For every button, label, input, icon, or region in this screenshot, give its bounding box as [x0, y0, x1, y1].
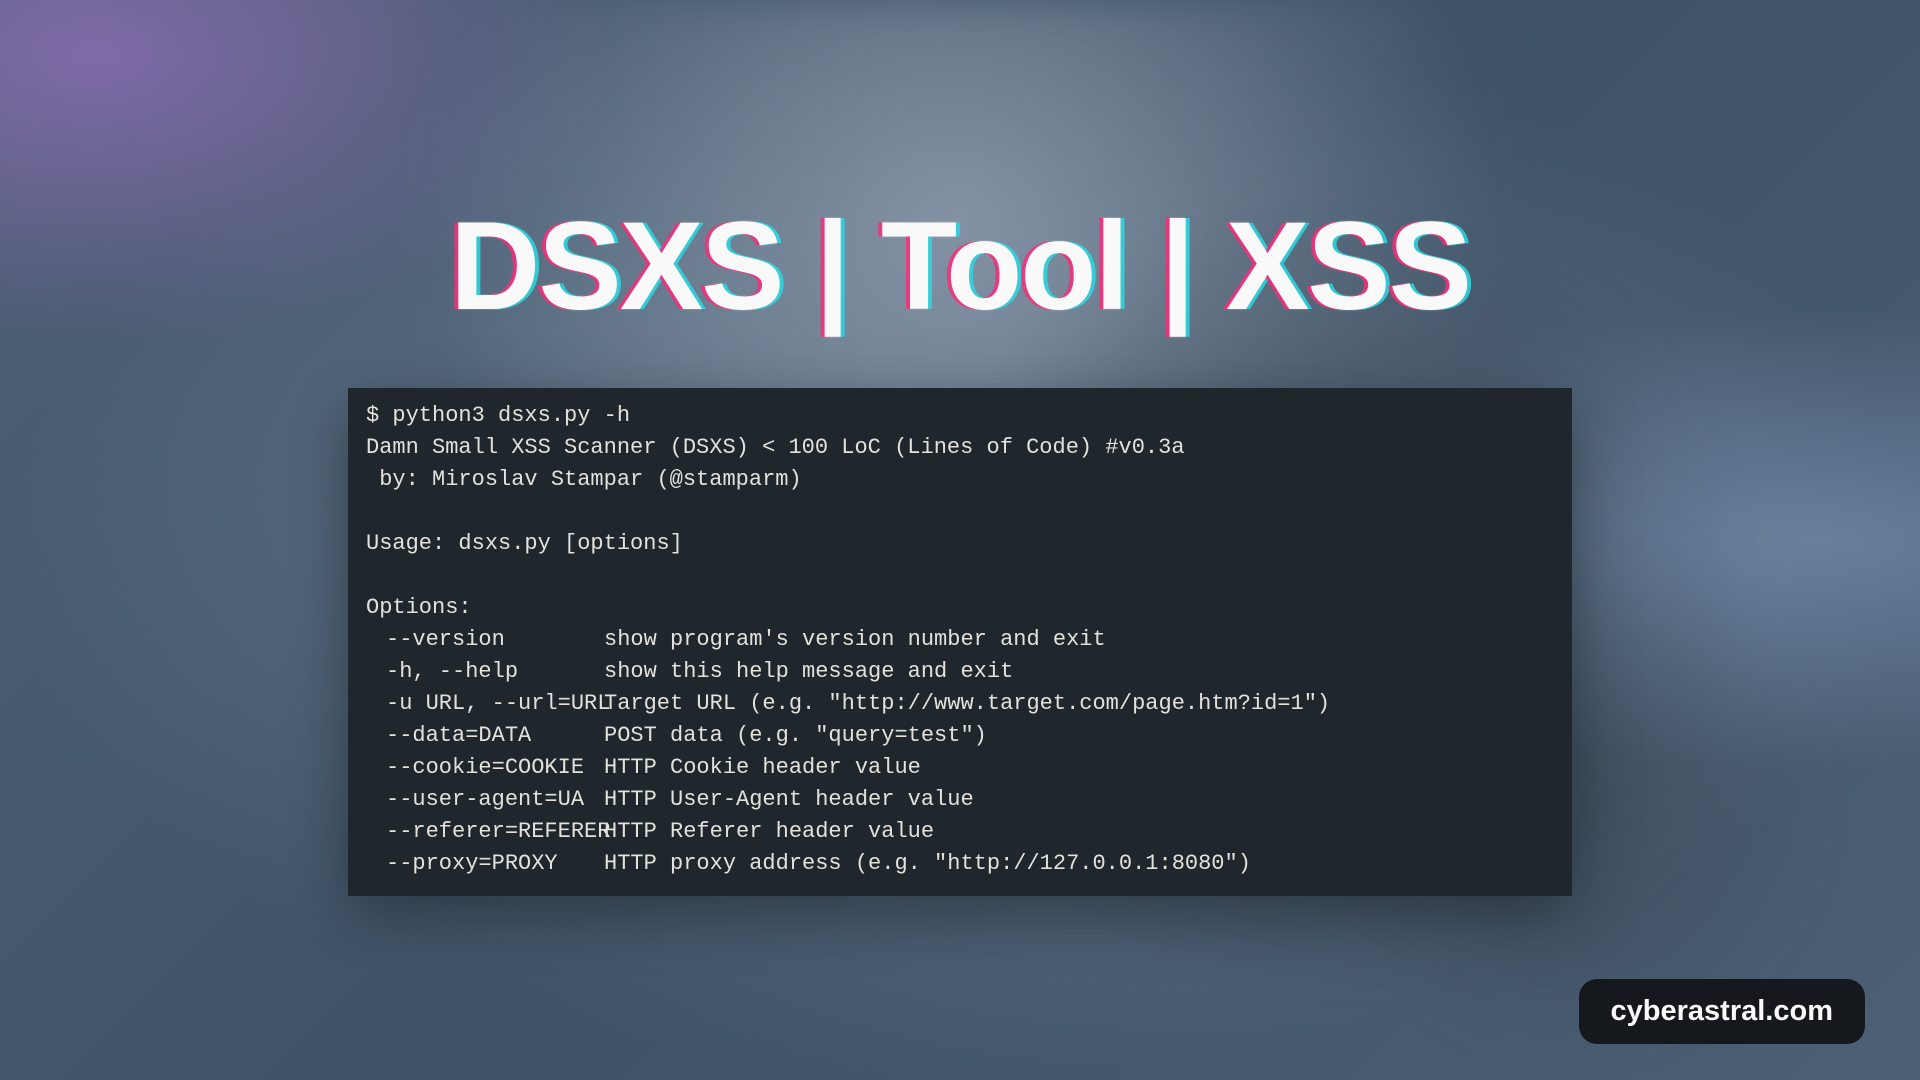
- option-desc: HTTP Referer header value: [604, 816, 934, 848]
- terminal-usage: Usage: dsxs.py [options]: [348, 528, 1572, 560]
- terminal-option-row: --version show program's version number …: [348, 624, 1572, 656]
- terminal-option-row: --data=DATA POST data (e.g. "query=test"…: [348, 720, 1572, 752]
- terminal-option-row: -u URL, --url=URL Target URL (e.g. "http…: [348, 688, 1572, 720]
- terminal-blank: [348, 496, 1572, 528]
- option-desc: POST data (e.g. "query=test"): [604, 720, 987, 752]
- page-title: DSXS | Tool | XSS: [450, 195, 1470, 338]
- main-container: DSXS | Tool | XSS $ python3 dsxs.py -h D…: [0, 0, 1920, 1080]
- terminal-blank: [348, 560, 1572, 592]
- terminal-option-row: --user-agent=UA HTTP User-Agent header v…: [348, 784, 1572, 816]
- option-desc: HTTP proxy address (e.g. "http://127.0.0…: [604, 848, 1251, 880]
- option-flag: --cookie=COOKIE: [366, 752, 604, 784]
- option-desc: show this help message and exit: [604, 656, 1013, 688]
- option-desc: HTTP Cookie header value: [604, 752, 921, 784]
- option-flag: --referer=REFERER: [366, 816, 604, 848]
- option-flag: -h, --help: [366, 656, 604, 688]
- terminal-options-header: Options:: [348, 592, 1572, 624]
- terminal-option-row: --proxy=PROXY HTTP proxy address (e.g. "…: [348, 848, 1572, 880]
- terminal-option-row: --referer=REFERER HTTP Referer header va…: [348, 816, 1572, 848]
- terminal-banner: Damn Small XSS Scanner (DSXS) < 100 LoC …: [348, 432, 1572, 464]
- option-flag: -u URL, --url=URL: [366, 688, 604, 720]
- option-flag: --user-agent=UA: [366, 784, 604, 816]
- terminal-author: by: Miroslav Stampar (@stamparm): [348, 464, 1572, 496]
- terminal-window: $ python3 dsxs.py -h Damn Small XSS Scan…: [348, 388, 1572, 896]
- option-flag: --data=DATA: [366, 720, 604, 752]
- terminal-option-row: -h, --help show this help message and ex…: [348, 656, 1572, 688]
- terminal-option-row: --cookie=COOKIE HTTP Cookie header value: [348, 752, 1572, 784]
- option-desc: show program's version number and exit: [604, 624, 1106, 656]
- terminal-command: $ python3 dsxs.py -h: [348, 400, 1572, 432]
- option-desc: HTTP User-Agent header value: [604, 784, 974, 816]
- option-flag: --version: [366, 624, 604, 656]
- watermark-badge: cyberastral.com: [1579, 979, 1865, 1044]
- option-flag: --proxy=PROXY: [366, 848, 604, 880]
- option-desc: Target URL (e.g. "http://www.target.com/…: [604, 688, 1330, 720]
